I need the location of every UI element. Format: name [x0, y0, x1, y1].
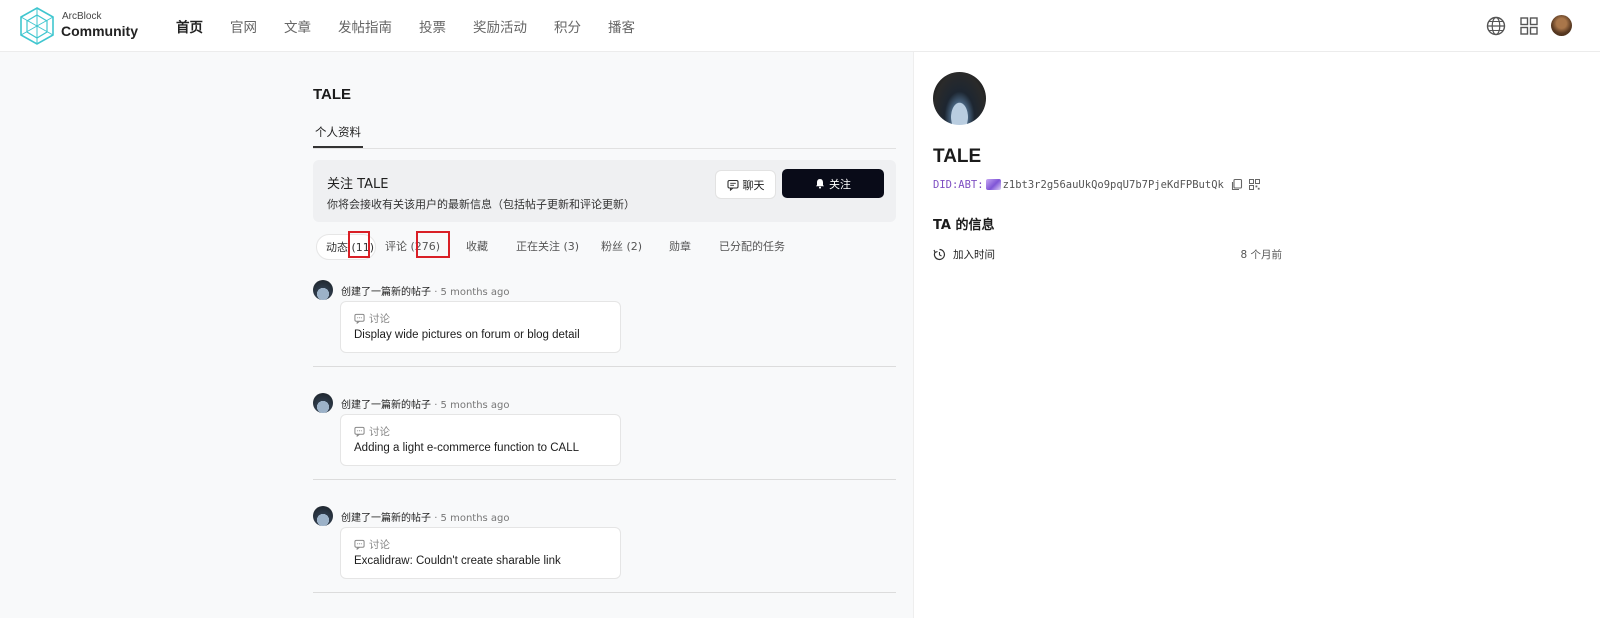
feed-meta: 创建了一篇新的帖子 · 5 months ago: [341, 509, 510, 524]
tabs-divider: [313, 148, 896, 149]
subtab-following[interactable]: 正在关注 (3): [516, 234, 579, 260]
top-header: ArcBlock Community 首页 官网 文章 发帖指南 投票 奖励活动…: [0, 0, 1600, 52]
subtab-badges[interactable]: 勋章: [669, 234, 691, 260]
post-card[interactable]: 讨论 Adding a light e-commerce function to…: [340, 414, 621, 466]
chat-button[interactable]: 聊天: [715, 170, 776, 199]
did-value: z1bt3r2g56auUkQo9pqU7b7PjeKdFPButQk: [1002, 178, 1224, 191]
post-title[interactable]: Display wide pictures on forum or blog d…: [354, 329, 580, 341]
nav-item-points[interactable]: 积分: [554, 16, 581, 36]
subtab-followers[interactable]: 粉丝 (2): [601, 234, 642, 260]
did-row: DID:ABT: z1bt3r2g56auUkQo9pqU7b7PjeKdFPB…: [933, 178, 1261, 191]
follow-button-label: 关注: [829, 177, 851, 191]
highlight-box: [416, 231, 450, 258]
nav-item-podcast[interactable]: 播客: [608, 16, 635, 36]
page-title: TALE: [313, 86, 352, 103]
feed-avatar[interactable]: [313, 506, 333, 526]
post-category: 讨论: [354, 424, 390, 439]
feed-avatar[interactable]: [313, 393, 333, 413]
follow-card: 关注 TALE 你将会接收有关该用户的最新信息（包括帖子更新和评论更新） 聊天 …: [313, 160, 896, 222]
joined-value: 8 个月前: [1240, 249, 1282, 261]
feed-time: · 5 months ago: [434, 513, 510, 524]
discussion-icon: [354, 426, 365, 437]
nav-item-official-site[interactable]: 官网: [230, 16, 257, 36]
user-avatar[interactable]: [1551, 15, 1572, 36]
joined-label: 加入时间: [953, 249, 995, 261]
subtab-assigned-tasks[interactable]: 已分配的任务: [719, 234, 785, 260]
feed-divider: [313, 479, 896, 480]
did-prefix: DID:ABT:: [933, 178, 984, 191]
feed-item: 创建了一篇新的帖子 · 5 months ago 讨论 Excalidraw: …: [313, 506, 896, 618]
feed-item: 创建了一篇新的帖子 · 5 months ago 讨论 Adding a lig…: [313, 393, 896, 506]
feed-meta: 创建了一篇新的帖子 · 5 months ago: [341, 396, 510, 411]
joined-info-row: 加入时间 8 个月前: [933, 247, 1282, 263]
profile-name: TALE: [933, 146, 982, 167]
qr-code-icon[interactable]: [1248, 178, 1261, 191]
feed-divider: [313, 366, 896, 367]
arcblock-logo-icon[interactable]: [20, 7, 54, 45]
feed-item: 创建了一篇新的帖子 · 5 months ago 讨论 Display wide…: [313, 280, 896, 393]
follow-button[interactable]: 关注: [782, 169, 884, 198]
globe-icon[interactable]: [1485, 15, 1507, 37]
apps-grid-icon[interactable]: [1518, 15, 1540, 37]
chat-button-label: 聊天: [742, 178, 765, 192]
nav-item-rewards[interactable]: 奖励活动: [473, 16, 527, 36]
post-card[interactable]: 讨论 Display wide pictures on forum or blo…: [340, 301, 621, 353]
chat-icon: [726, 179, 739, 191]
feed-time: · 5 months ago: [434, 400, 510, 411]
brand-company: ArcBlock: [62, 11, 102, 22]
feed-action: 创建了一篇新的帖子: [341, 287, 431, 298]
post-card[interactable]: 讨论 Excalidraw: Couldn't create sharable …: [340, 527, 621, 579]
bell-icon: [816, 179, 824, 189]
feed-action: 创建了一篇新的帖子: [341, 513, 431, 524]
nav-item-posting-guide[interactable]: 发帖指南: [338, 16, 392, 36]
tab-profile[interactable]: 个人资料: [315, 124, 361, 140]
follow-card-description: 你将会接收有关该用户的最新信息（包括帖子更新和评论更新）: [327, 198, 635, 211]
post-category: 讨论: [354, 537, 390, 552]
post-title[interactable]: Excalidraw: Couldn't create sharable lin…: [354, 555, 561, 567]
did-avatar-icon: [985, 179, 1001, 190]
discussion-icon: [354, 313, 365, 324]
post-title[interactable]: Adding a light e-commerce function to CA…: [354, 442, 579, 454]
discussion-icon: [354, 539, 365, 550]
nav-item-articles[interactable]: 文章: [284, 16, 311, 36]
info-section-title: TA 的信息: [933, 218, 995, 233]
profile-avatar: [933, 72, 986, 125]
feed-meta: 创建了一篇新的帖子 · 5 months ago: [341, 283, 510, 298]
subtab-favorites[interactable]: 收藏: [466, 234, 488, 260]
post-category-label: 讨论: [369, 313, 390, 325]
user-info-panel: TALE DID:ABT: z1bt3r2g56auUkQo9pqU7b7Pje…: [913, 52, 1600, 618]
history-clock-icon: [933, 248, 946, 261]
post-category-label: 讨论: [369, 426, 390, 438]
post-category: 讨论: [354, 311, 390, 326]
brand-product[interactable]: Community: [61, 23, 138, 39]
feed-action: 创建了一篇新的帖子: [341, 400, 431, 411]
copy-icon[interactable]: [1230, 178, 1243, 191]
feed-time: · 5 months ago: [434, 287, 510, 298]
feed-divider: [313, 592, 896, 593]
highlight-box: [348, 231, 370, 258]
nav-item-home[interactable]: 首页: [176, 16, 203, 36]
main-nav: 首页 官网 文章 发帖指南 投票 奖励活动 积分 播客: [176, 0, 662, 52]
post-category-label: 讨论: [369, 539, 390, 551]
nav-item-voting[interactable]: 投票: [419, 16, 446, 36]
feed-avatar[interactable]: [313, 280, 333, 300]
follow-card-title: 关注 TALE: [327, 177, 389, 192]
